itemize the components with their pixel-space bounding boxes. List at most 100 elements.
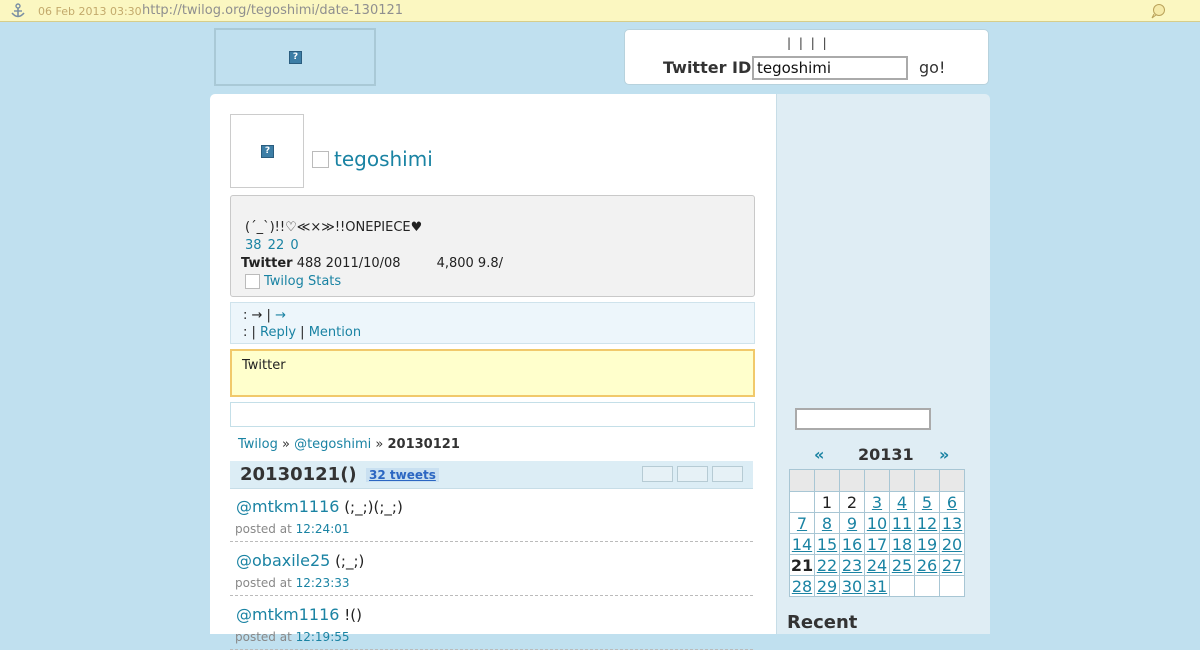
ad-box [230,402,755,427]
toolbar-button-3[interactable] [712,466,743,482]
tweet-time-link[interactable]: 12:23:33 [296,576,350,590]
tweet-count-link[interactable]: 32 tweets [366,468,439,482]
tweet-item: @mtkm1116 (;_;)(;_;) posted at 12:24:01 [230,492,753,542]
calendar-day[interactable]: 18 [889,533,915,555]
calendar-day[interactable]: 15 [814,533,840,555]
calendar-day[interactable]: 10 [864,512,890,534]
calendar-day-link[interactable]: 9 [847,514,857,533]
calendar-day[interactable]: 7 [789,512,815,534]
profile-box: (´_`)!!♡≪×≫!!ONEPIECE♥ 38 22 0 Twitter 4… [230,195,755,297]
calendar-day-link[interactable]: 14 [792,535,812,554]
tweet-user-link[interactable]: @obaxile25 [236,551,330,570]
date-header: 20130121() 32 tweets [230,461,753,489]
reply-link[interactable]: Reply [260,325,296,340]
calendar-day-link[interactable]: 17 [867,535,887,554]
calendar-day-link[interactable]: 4 [897,493,907,512]
calendar-day[interactable]: 31 [864,575,890,597]
calendar-day-link[interactable]: 8 [822,514,832,533]
calendar-day-link[interactable]: 29 [817,577,837,596]
calendar-day-link[interactable]: 27 [942,556,962,575]
calendar-week-row: 14 15 16 17 18 19 20 [789,533,965,555]
calendar-day-link[interactable]: 13 [942,514,962,533]
calendar-day[interactable]: 8 [814,512,840,534]
calendar-day[interactable]: 28 [789,575,815,597]
calendar-day-link[interactable]: 11 [892,514,912,533]
calendar-day-link[interactable]: 5 [922,493,932,512]
calendar-day[interactable]: 24 [864,554,890,576]
calendar-day[interactable]: 14 [789,533,815,555]
avatar[interactable]: ? [230,114,304,188]
calendar-day[interactable]: 6 [939,491,965,513]
calendar-day-link[interactable]: 30 [842,577,862,596]
calendar-day-link[interactable]: 18 [892,535,912,554]
calendar-day[interactable]: 9 [839,512,865,534]
calendar-day[interactable]: 13 [939,512,965,534]
calendar-day [789,491,815,513]
mention-link[interactable]: Mention [309,325,361,340]
tweet-time-link[interactable]: 12:19:55 [296,630,350,644]
breadcrumb-home[interactable]: Twilog [238,437,278,452]
calendar-day[interactable]: 4 [889,491,915,513]
calendar-day-link[interactable]: 25 [892,556,912,575]
calendar-day: 1 [814,491,840,513]
site-logo[interactable]: ? [214,28,376,86]
calendar-day[interactable]: 19 [914,533,940,555]
calendar-day[interactable]: 30 [839,575,865,597]
breadcrumb-user[interactable]: @tegoshimi [294,437,371,452]
calendar-next-link[interactable]: » [939,445,949,464]
calendar-day-link[interactable]: 12 [917,514,937,533]
calendar-day-link[interactable]: 24 [867,556,887,575]
sidebar: « 20131 » 1 2 3 4 5 6 7 8 9 10 11 12 13 14 15 16 17 18 19 2… [776,94,990,634]
calendar-day[interactable]: 29 [814,575,840,597]
tweet-user-link[interactable]: @mtkm1116 [236,497,339,516]
calendar-day[interactable]: 3 [864,491,890,513]
calendar-day[interactable]: 16 [839,533,865,555]
twitter-label: Twitter [241,256,293,271]
calendar-day-link[interactable]: 6 [947,493,957,512]
info-icon[interactable] [1150,3,1166,19]
calendar-day-link[interactable]: 20 [942,535,962,554]
calendar-day-link[interactable]: 26 [917,556,937,575]
calendar-day-link[interactable]: 16 [842,535,862,554]
tweet-time-link[interactable]: 12:24:01 [296,522,350,536]
archive-url[interactable]: http://twilog.org/tegoshimi/date-130121 [142,3,403,18]
twitter-id-input[interactable] [752,56,908,80]
calendar-day-link[interactable]: 7 [797,514,807,533]
calendar-day-link[interactable]: 3 [872,493,882,512]
anchor-icon[interactable] [10,3,26,19]
profile-counts[interactable]: 38 22 0 [245,238,299,253]
calendar-day-link[interactable]: 28 [792,577,812,596]
calendar-day[interactable]: 23 [839,554,865,576]
calendar-day-link[interactable]: 31 [867,577,887,596]
calendar-day-link[interactable]: 15 [817,535,837,554]
calendar-day[interactable]: 25 [889,554,915,576]
calendar-day[interactable]: 20 [939,533,965,555]
calendar-day-link[interactable]: 22 [817,556,837,575]
toolbar-button-1[interactable] [642,466,673,482]
toolbar-button-2[interactable] [677,466,708,482]
next-link[interactable]: → [275,308,286,323]
calendar-day[interactable]: 27 [939,554,965,576]
weekday-cell [889,469,915,492]
calendar-day-link[interactable]: 10 [867,514,887,533]
calendar-day[interactable]: 12 [914,512,940,534]
header-links[interactable]: | | | | [787,36,829,50]
calendar-day[interactable]: 17 [864,533,890,555]
calendar-day-link[interactable]: 19 [917,535,937,554]
username-row: tegoshimi [312,147,433,171]
go-button[interactable]: go! [919,58,945,77]
sidebar-search-input[interactable] [795,408,931,430]
tweet-text: !() [339,606,362,624]
calendar-day[interactable]: 5 [914,491,940,513]
twilog-stats-link[interactable]: Twilog Stats [264,274,341,289]
tweet-user-link[interactable]: @mtkm1116 [236,605,339,624]
username-link[interactable]: tegoshimi [334,147,433,171]
nav-box: : → | → : | Reply | Mention [230,302,755,344]
tweet-text: (;_;) [330,552,365,570]
calendar-day[interactable]: 26 [914,554,940,576]
calendar-prev-link[interactable]: « [814,445,824,464]
calendar-day[interactable]: 22 [814,554,840,576]
calendar-day-link[interactable]: 23 [842,556,862,575]
calendar-day[interactable]: 11 [889,512,915,534]
tweet-average: 4,800 9.8/ [436,256,503,271]
